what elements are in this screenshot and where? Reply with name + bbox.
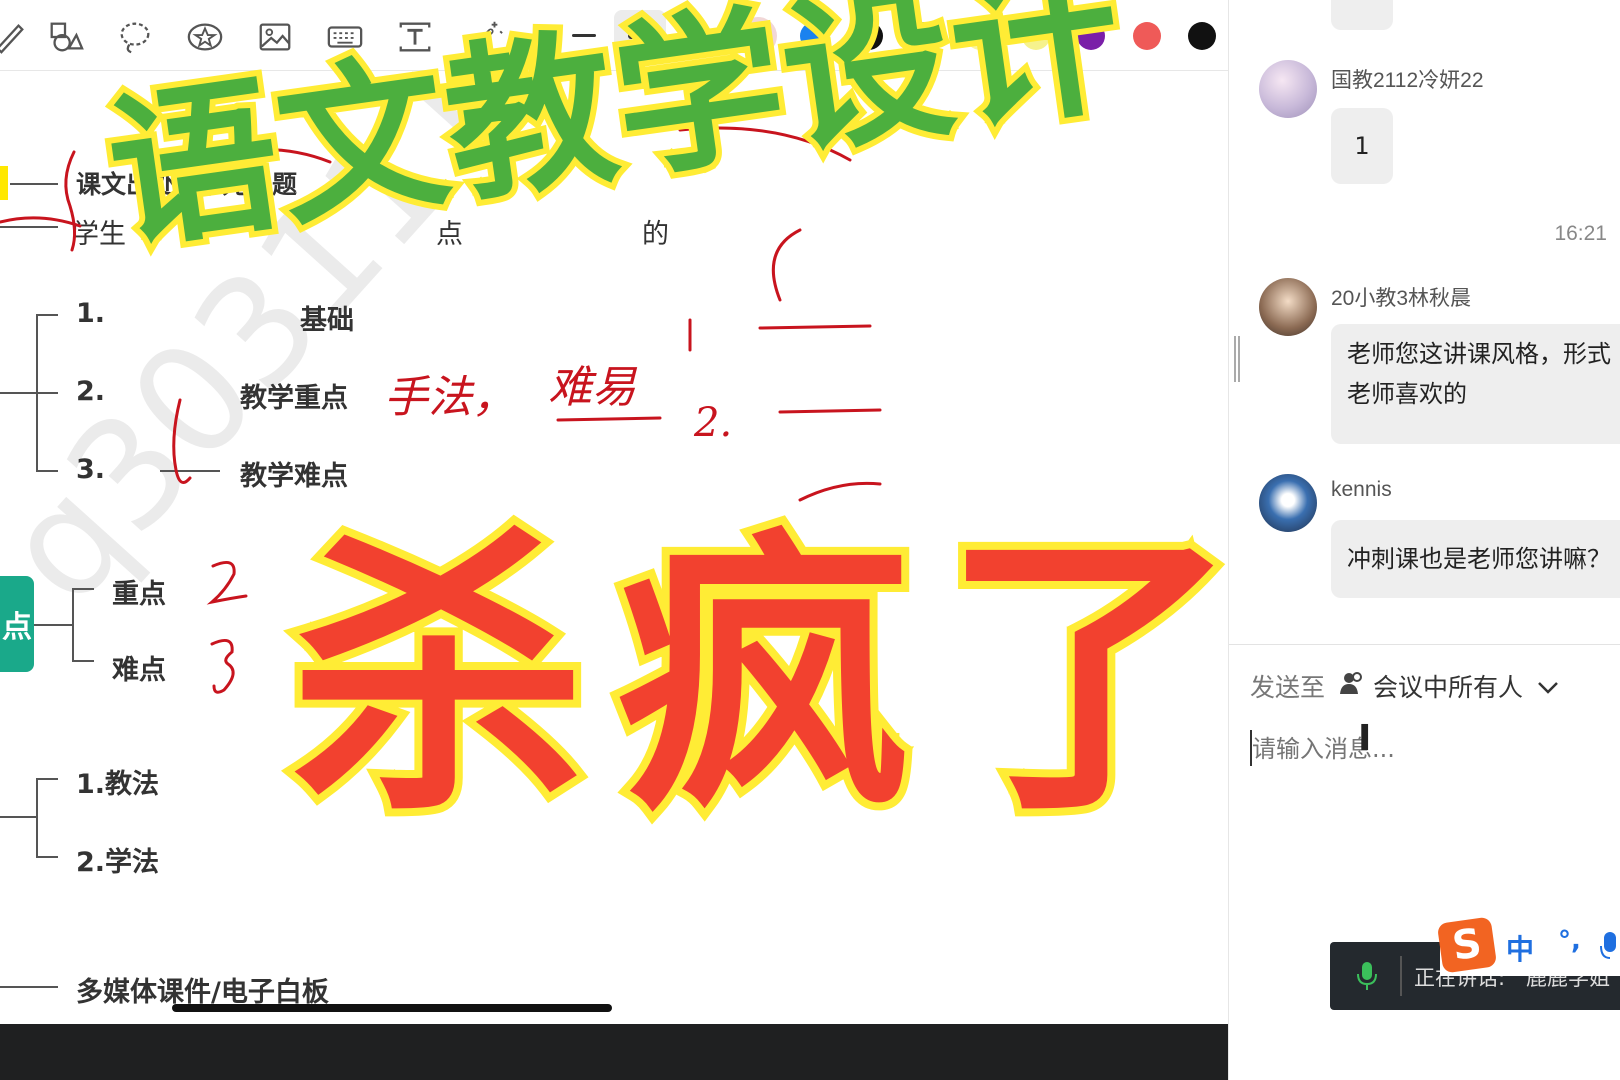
chat-bubble: 冲刺课也是老师您讲嘛？ <box>1331 520 1620 598</box>
panel-resize-handle[interactable] <box>1234 336 1240 382</box>
sogou-logo-icon[interactable]: S <box>1436 916 1498 974</box>
ime-punct[interactable]: °, <box>1558 926 1581 956</box>
message-input[interactable] <box>1250 728 1604 770</box>
ime-toolbar[interactable]: S 中 °, <box>1436 916 1620 976</box>
people-icon <box>1339 670 1365 702</box>
chat-bubble: 老师您这讲课风格，形式 老师喜欢的 <box>1331 324 1620 444</box>
send-to-target[interactable]: 会议中所有人 <box>1373 668 1523 704</box>
divider <box>1229 644 1620 645</box>
chat-timestamp: 16:21 <box>1554 222 1607 245</box>
ime-microphone-icon[interactable] <box>1600 930 1620 968</box>
ime-mode[interactable]: 中 <box>1506 928 1534 968</box>
chat-bubble-partial <box>1331 0 1393 30</box>
avatar[interactable] <box>1259 278 1317 336</box>
microphone-icon <box>1356 960 1378 997</box>
handwriting-1: 手法， <box>384 372 516 423</box>
avatar[interactable] <box>1259 474 1317 532</box>
scroll-indicator[interactable] <box>172 1004 612 1012</box>
chat-sender: 20小教3林秋晨 <box>1331 287 1472 310</box>
overlay-title-bottom: 杀疯了 <box>282 497 1268 858</box>
handwriting-2: 难易 <box>548 362 638 413</box>
chat-bubble: 1 <box>1331 108 1393 184</box>
bottom-bar <box>0 1024 1228 1080</box>
chat-sender: 国教2112冷妍22 <box>1331 69 1484 92</box>
chevron-down-icon[interactable] <box>1537 672 1559 701</box>
send-to-row[interactable]: 发送至 会议中所有人 <box>1250 668 1559 704</box>
i-beam-cursor-icon: I <box>1358 718 1372 759</box>
chat-sender: kennis <box>1331 478 1392 501</box>
avatar[interactable] <box>1259 60 1317 118</box>
send-to-label: 发送至 <box>1250 673 1326 702</box>
